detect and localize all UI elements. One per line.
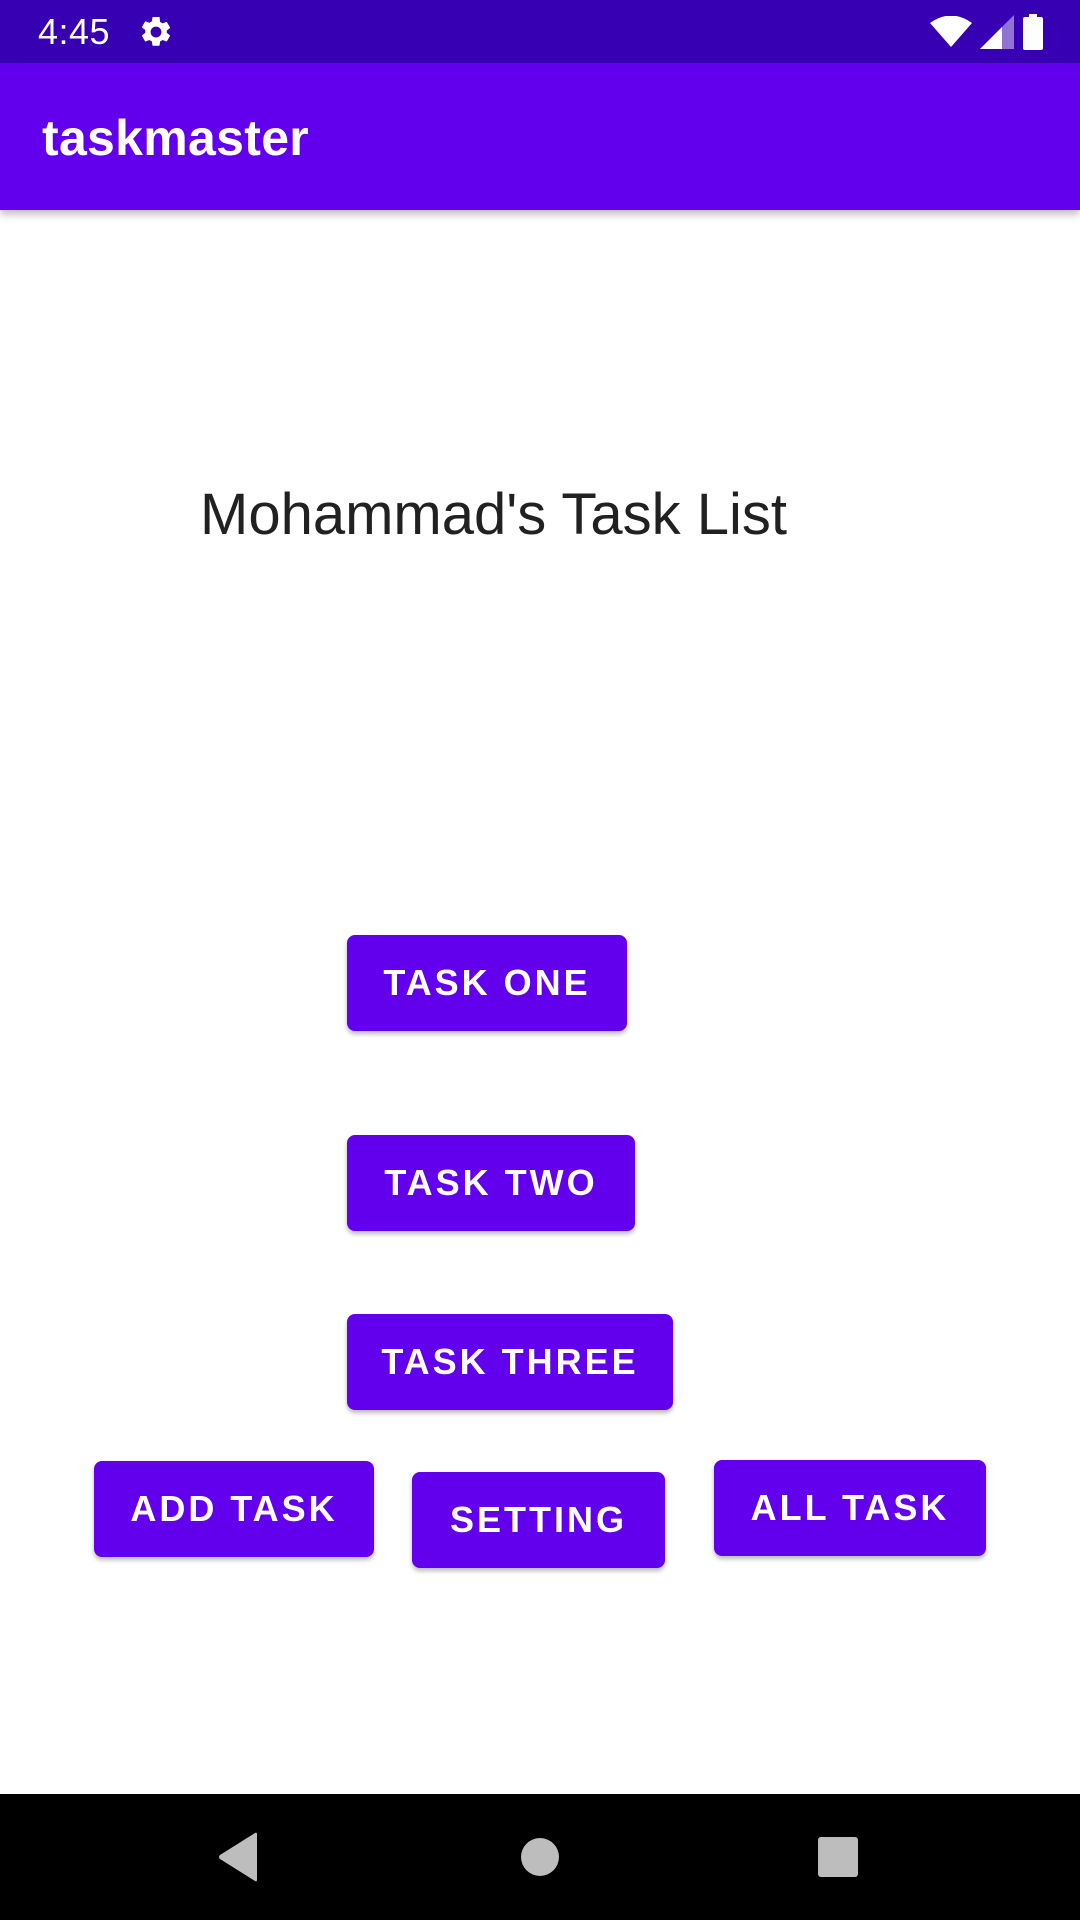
setting-button[interactable]: SETTING	[412, 1472, 665, 1568]
recents-icon[interactable]	[803, 1822, 873, 1892]
navigation-bar	[0, 1794, 1080, 1920]
page-heading: Mohammad's Task List	[200, 482, 787, 547]
wifi-icon	[930, 16, 972, 48]
task-two-button[interactable]: TASK TWO	[347, 1135, 635, 1231]
add-task-button[interactable]: ADD TASK	[94, 1461, 374, 1557]
status-icons	[930, 12, 1044, 52]
status-bar: 4:45	[0, 0, 1080, 63]
task-three-button[interactable]: TASK THREE	[347, 1314, 673, 1410]
task-one-button[interactable]: TASK ONE	[347, 935, 627, 1031]
screen: 4:45 taskmaster Mohammad's Task List TAS…	[0, 0, 1080, 1920]
app-title: taskmaster	[42, 110, 310, 166]
app-bar: taskmaster	[0, 63, 1080, 210]
back-icon[interactable]	[204, 1822, 274, 1892]
status-time: 4:45	[38, 11, 111, 52]
signal-icon	[980, 15, 1014, 49]
all-task-button[interactable]: ALL TASK	[714, 1460, 986, 1556]
home-icon[interactable]	[505, 1822, 575, 1892]
battery-icon	[1022, 14, 1044, 50]
gear-icon	[138, 14, 174, 50]
